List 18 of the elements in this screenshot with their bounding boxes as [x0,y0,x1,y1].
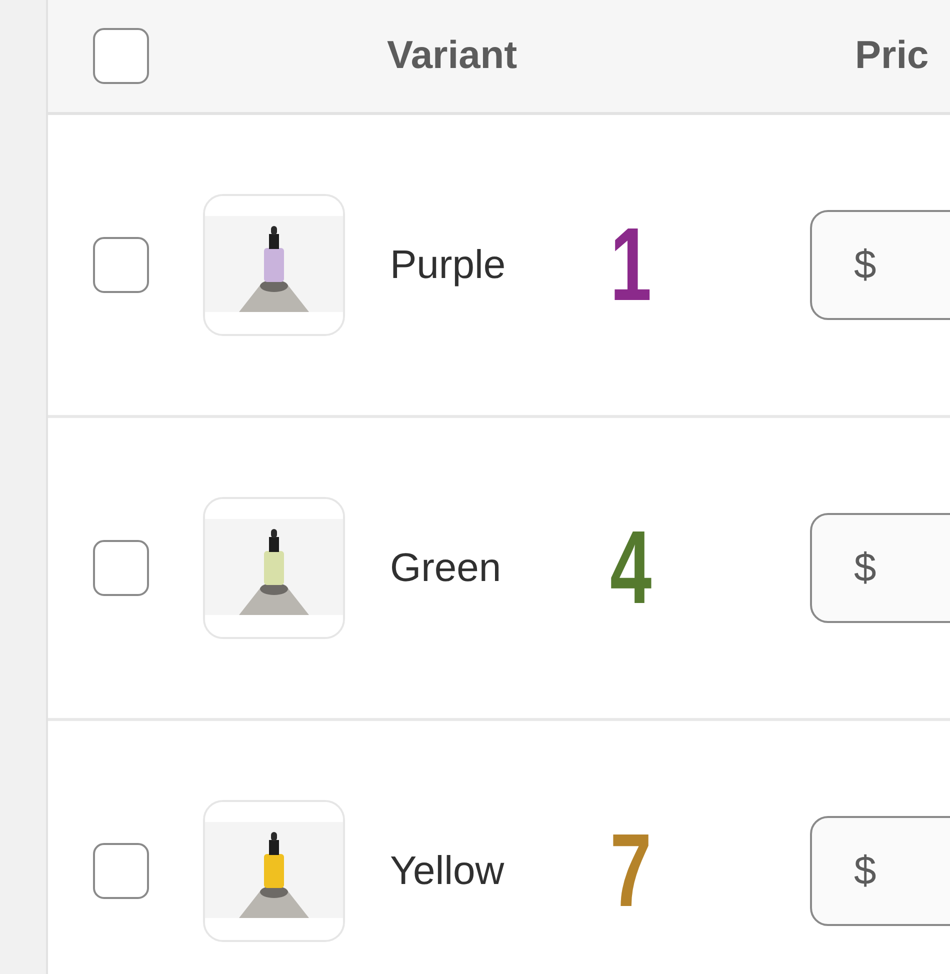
variant-number: 1 [610,206,653,324]
row-checkbox[interactable] [93,237,149,293]
select-all-checkbox[interactable] [93,28,149,84]
variant-name: Yellow [390,848,506,894]
variant-number: 7 [610,812,653,930]
row-checkbox[interactable] [93,843,149,899]
variant-name: Purple [390,242,507,288]
price-field[interactable]: $ [810,816,950,926]
column-header: Variant [387,34,518,78]
price-field[interactable]: $ [810,210,950,320]
currency-prefix: $ [854,546,876,590]
column-header: Pric [855,34,929,78]
variant-name: Green [390,546,502,590]
row-checkbox[interactable] [93,540,149,596]
currency-prefix: $ [854,848,876,894]
variant-number: 4 [610,508,653,628]
price-field[interactable]: $ [810,513,950,623]
currency-prefix: $ [854,242,876,288]
